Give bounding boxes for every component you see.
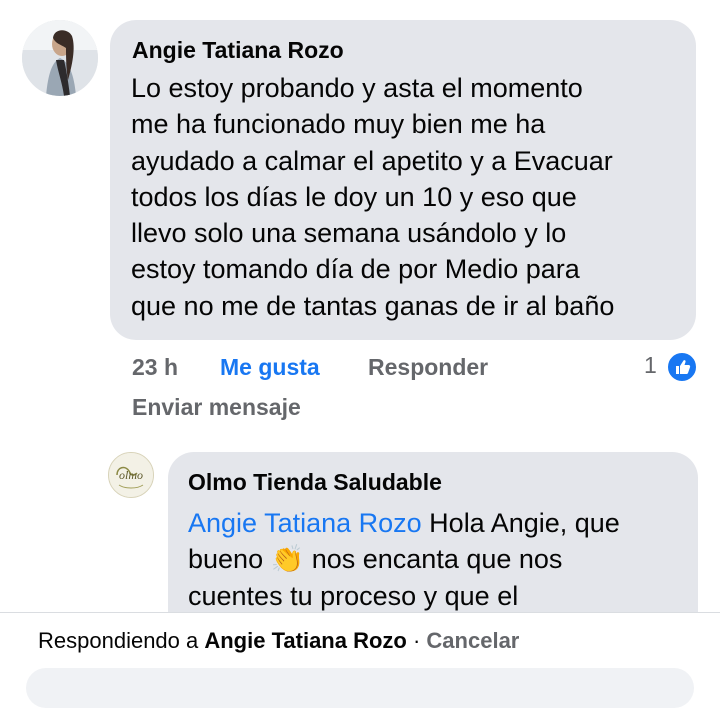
replying-to-label: Respondiendo a Angie Tatiana Rozo · Canc… [38,628,519,654]
comment-line: todos los días le doy un 10 y eso que [131,181,577,212]
send-message-button[interactable]: Enviar mensaje [132,394,301,421]
reply-text-segment: bueno [188,544,271,575]
olmo-logo-text: olmo [119,468,143,482]
like-button[interactable]: Me gusta [220,354,320,381]
reply-line: Angie Tatiana Rozo Hola Angie, que [188,505,620,541]
clapping-hands-emoji: 👏 [270,544,305,575]
reply-text-segment: Hola Angie, que [421,508,620,538]
page-avatar[interactable]: olmo [108,452,154,498]
olmo-logo-icon: olmo [109,453,153,497]
comment-line: ayudado a calmar el apetito y a Evacuar [131,145,613,176]
separator: · [406,628,427,653]
reply-button[interactable]: Responder [368,354,488,381]
mention-link[interactable]: Angie Tatiana Rozo [188,508,422,538]
reply-line: bueno 👏 nos encanta que nos [188,541,620,577]
replying-prefix: Respondiendo a [38,628,205,653]
comment-timestamp[interactable]: 23 h [132,354,178,381]
comment-text: Lo estoy probando y asta el momento me h… [131,70,614,324]
reply-author[interactable]: Olmo Tienda Saludable [188,469,442,496]
reaction-count[interactable]: 1 [644,352,657,379]
comment-line: Lo estoy probando y asta el momento [131,73,583,103]
comment-line: estoy tomando día de por Medio para [131,254,580,285]
reply-text: Angie Tatiana Rozo Hola Angie, que bueno… [188,505,620,614]
comment-author[interactable]: Angie Tatiana Rozo [132,37,344,64]
reply-text-segment: nos encanta que nos [304,544,563,575]
commenter-avatar[interactable] [22,20,98,96]
comment-line: me ha funcionado muy bien me ha [131,109,546,140]
like-icon[interactable] [666,351,698,383]
reply-input[interactable] [26,668,694,708]
cancel-button[interactable]: Cancelar [426,628,519,653]
reply-line: cuentes tu proceso y que el [188,580,519,611]
replying-to-name: Angie Tatiana Rozo [204,628,407,653]
comment-line: llevo solo una semana usándolo y lo [131,218,567,249]
comment-line: que no me de tantas ganas de ir al baño [131,290,615,321]
profile-photo-icon [22,20,98,96]
